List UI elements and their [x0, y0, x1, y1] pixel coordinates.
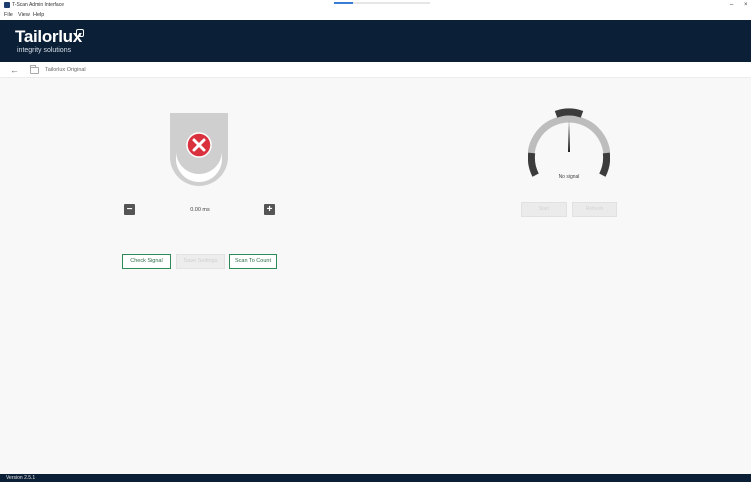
- check-signal-button[interactable]: Check Signal: [122, 254, 171, 269]
- brand-tagline: integrity solutions: [17, 47, 72, 54]
- brand-logo-text: Tailorlux: [15, 27, 82, 46]
- brand-mark-icon: [76, 29, 84, 37]
- gauge-low-segment: [528, 152, 539, 177]
- save-settings-button[interactable]: Save Settings: [176, 254, 225, 269]
- signal-gauge: [528, 108, 610, 177]
- menu-file[interactable]: File: [4, 11, 13, 19]
- folder-icon: [30, 65, 39, 74]
- gauge-mid-segment: [554, 108, 584, 118]
- menu-bar: File View Help: [0, 10, 751, 20]
- minimize-button[interactable]: –: [730, 1, 733, 9]
- status-footer: Version 2.5.1: [0, 474, 751, 482]
- loading-progress-fill: [334, 2, 354, 4]
- breadcrumb: ← Tailorlux Original: [0, 62, 751, 78]
- signal-status-shield: [170, 113, 228, 186]
- menu-view[interactable]: View: [18, 11, 30, 19]
- version-label: Version 2.5.1: [6, 475, 36, 481]
- close-button[interactable]: ×: [744, 1, 748, 9]
- loading-progress-bar: [334, 2, 430, 4]
- app-icon: [4, 2, 10, 8]
- window-title: T-Scan Admin Interface: [12, 2, 64, 8]
- window-title-bar: T-Scan Admin Interface – ×: [0, 0, 751, 10]
- gauge-needle: [568, 120, 570, 152]
- error-x-icon: [186, 132, 212, 158]
- decrease-button[interactable]: −: [124, 204, 135, 215]
- refresh-button[interactable]: Refresh: [572, 202, 617, 217]
- increase-button[interactable]: +: [264, 204, 275, 215]
- breadcrumb-label: Tailorlux Original: [45, 67, 86, 73]
- timing-value: 0.00 ms: [190, 207, 210, 213]
- app-header: Tailorlux integrity solutions: [0, 20, 751, 62]
- back-arrow-icon[interactable]: ←: [10, 65, 19, 75]
- menu-help[interactable]: Help: [33, 11, 44, 19]
- start-button[interactable]: Start: [521, 202, 567, 217]
- scan-to-count-button[interactable]: Scan To Count: [229, 254, 277, 269]
- gauge-high-segment: [599, 152, 610, 177]
- signal-status-label: No signal: [558, 174, 580, 180]
